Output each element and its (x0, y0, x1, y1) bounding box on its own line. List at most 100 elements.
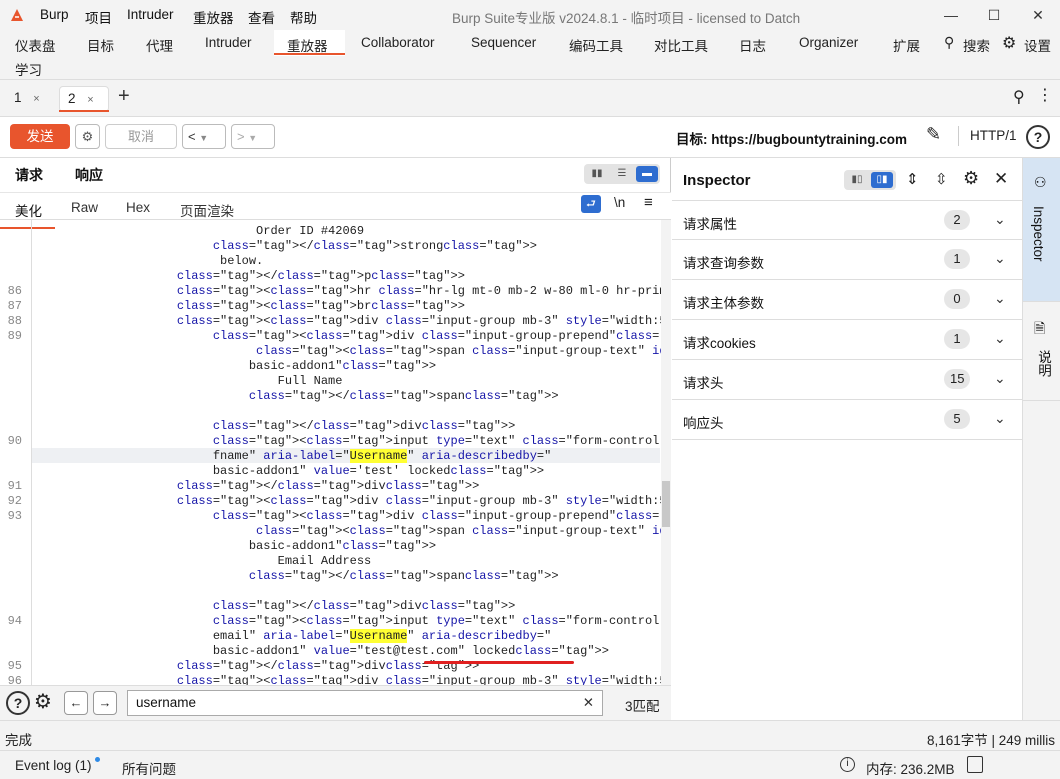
menu-view[interactable]: 查看 (248, 7, 275, 27)
inspector-panel: Inspector ▮▯ ▯▮ ⇕ ⇳ ⚙ ✕ 请求属性 2 ⌄ 请求查询参数 1 ⌄ … (672, 158, 1022, 720)
close-tab-icon[interactable]: × (87, 94, 93, 106)
split-vertical-icon[interactable]: ☰ (611, 166, 633, 182)
editor-scrollbar[interactable] (661, 220, 671, 685)
all-issues-link[interactable]: 所有问题 (122, 758, 176, 778)
line-number: 91 (7, 479, 22, 493)
memory-usage: 内存: 236.2MB (866, 762, 955, 777)
response-editor[interactable]: Order ID #42069 class="tag"></class="tag… (0, 220, 661, 685)
inspector-row-count: 1 (944, 329, 970, 349)
menu-burp[interactable]: Burp (40, 7, 69, 22)
split-horizontal-icon[interactable]: ▮▮ (586, 166, 608, 182)
search-next-arrow-icon[interactable]: → (93, 691, 117, 715)
clear-search-icon[interactable]: ✕ (583, 691, 594, 715)
chevron-down-icon[interactable]: ⌄ (994, 250, 1006, 267)
close-tab-icon[interactable]: × (33, 93, 39, 105)
match-count: 3匹配 (625, 699, 660, 714)
tab-search-icon[interactable]: ⚲ (1013, 87, 1025, 107)
chevron-down-icon[interactable]: ⌄ (994, 410, 1006, 427)
tab-pretty[interactable]: 美化 (0, 200, 55, 229)
help-icon[interactable]: ? (1026, 125, 1050, 149)
collapse-all-icon[interactable]: ⇳ (935, 170, 948, 188)
minimize-icon[interactable]: — (940, 4, 962, 26)
http-version-toggle[interactable]: HTTP/1 (970, 128, 1017, 143)
more-icon[interactable]: ⋮ (1037, 85, 1053, 105)
editor-menu-icon[interactable]: ≡ (644, 194, 653, 211)
send-settings-gear-icon[interactable]: ⚙ (75, 124, 100, 149)
expand-all-icon[interactable]: ⇕ (906, 170, 919, 188)
side-tab-notes[interactable]: 🗎 说明 (1023, 301, 1060, 401)
search-prev-arrow-icon[interactable]: ← (64, 691, 88, 715)
search-help-icon[interactable]: ? (6, 691, 30, 715)
inspector-row[interactable]: 请求头 15 ⌄ (672, 360, 1022, 400)
tab-hex[interactable]: Hex (126, 200, 150, 215)
inspector-row[interactable]: 响应头 5 ⌄ (672, 400, 1022, 440)
code-line: basic-addon1"class="tag">> (40, 359, 437, 373)
search-input[interactable]: username ✕ (127, 690, 603, 716)
global-settings[interactable]: 设置 (1024, 35, 1051, 55)
inspector-row-count: 2 (944, 210, 970, 230)
repeater-tab-1[interactable]: 1 × (6, 86, 50, 112)
tab-organizer[interactable]: Organizer (799, 35, 858, 50)
chevron-down-icon[interactable]: ⌄ (994, 290, 1006, 307)
inspector-close-icon[interactable]: ✕ (994, 169, 1008, 189)
inspector-row-count: 1 (944, 249, 970, 269)
tab-target[interactable]: 目标 (87, 35, 114, 55)
search-icon[interactable]: ⚲ (944, 34, 954, 51)
code-line: basic-addon1"class="tag">> (40, 539, 437, 553)
tab-intruder[interactable]: Intruder (205, 35, 252, 50)
wrap-lines-icon[interactable]: ⮐ (581, 195, 601, 213)
menu-repeater[interactable]: 重放器 (193, 7, 234, 27)
code-line: class="tag"><class="tag">input type="tex… (212, 614, 661, 628)
repeater-tab-2[interactable]: 2 × (59, 86, 109, 112)
code-line: class="tag"><class="tag">span class="inp… (256, 524, 661, 538)
inspector-row[interactable]: 请求主体参数 0 ⌄ (672, 280, 1022, 320)
inspector-row[interactable]: 请求查询参数 1 ⌄ (672, 240, 1022, 280)
inspector-row[interactable]: 请求属性 2 ⌄ (672, 200, 1022, 240)
inspector-layout-toggle: ▮▯ ▯▮ (844, 170, 896, 190)
single-pane-icon[interactable]: ▬ (636, 166, 658, 182)
side-tab-inspector[interactable]: ⚇ Inspector (1023, 158, 1060, 301)
menu-intruder[interactable]: Intruder (127, 7, 174, 22)
menu-project[interactable]: 项目 (85, 7, 112, 27)
inspector-settings-gear-icon[interactable]: ⚙ (963, 168, 979, 189)
edit-target-pencil-icon[interactable]: ✎ (926, 124, 941, 145)
tab-collaborator[interactable]: Collaborator (361, 35, 435, 50)
tab-learn[interactable]: 学习 (15, 59, 42, 79)
back-history-button[interactable]: < ▼ (182, 124, 226, 149)
inspector-layout-left-icon[interactable]: ▮▯ (846, 172, 868, 188)
search-settings-gear-icon[interactable]: ⚙ (34, 691, 52, 713)
tab-sequencer[interactable]: Sequencer (471, 35, 536, 50)
event-log-link[interactable]: Event log (1) (15, 758, 92, 773)
code-line: class="tag"></class="tag">spanclass="tag… (248, 569, 559, 583)
maximize-icon[interactable]: ☐ (983, 4, 1005, 26)
chevron-down-icon[interactable]: ⌄ (994, 211, 1006, 228)
tab-response[interactable]: 响应 (61, 165, 117, 194)
chevron-down-icon[interactable]: ⌄ (994, 370, 1006, 387)
tab-render[interactable]: 页面渲染 (180, 200, 234, 220)
tab-request[interactable]: 请求 (15, 165, 43, 185)
tab-repeater[interactable]: 重放器 (287, 35, 328, 55)
forward-history-button[interactable]: > ▼ (231, 124, 275, 149)
menu-help[interactable]: 帮助 (290, 7, 317, 27)
add-tab-icon[interactable]: + (118, 85, 130, 108)
status-bar: 完成 8,161字节 | 249 millis (0, 720, 1060, 750)
close-window-icon[interactable]: ✕ (1027, 4, 1049, 26)
scrollbar-thumb[interactable] (662, 481, 670, 527)
global-search[interactable]: 搜索 (963, 35, 990, 55)
code-line: class="tag"></class="tag">divclass="tag"… (212, 419, 516, 433)
inspector-row[interactable]: 请求cookies 1 ⌄ (672, 320, 1022, 360)
gear-icon[interactable]: ⚙ (1002, 33, 1016, 53)
tab-decoder[interactable]: 编码工具 (569, 35, 623, 55)
cancel-button[interactable]: 取消 (105, 124, 177, 149)
chevron-down-icon[interactable]: ⌄ (994, 330, 1006, 347)
show-newlines-toggle[interactable]: \n (614, 195, 625, 210)
tab-dashboard[interactable]: 仪表盘 (15, 35, 56, 55)
tab-proxy[interactable]: 代理 (146, 35, 173, 55)
tab-logger[interactable]: 日志 (739, 35, 766, 55)
tab-comparer[interactable]: 对比工具 (654, 35, 708, 55)
inspector-layout-right-icon[interactable]: ▯▮ (871, 172, 893, 188)
send-button[interactable]: 发送 (10, 124, 70, 149)
code-line: class="tag"><class="tag">div class="inpu… (176, 674, 661, 685)
tab-extensions[interactable]: 扩展 (893, 35, 920, 55)
tab-raw[interactable]: Raw (71, 200, 98, 215)
